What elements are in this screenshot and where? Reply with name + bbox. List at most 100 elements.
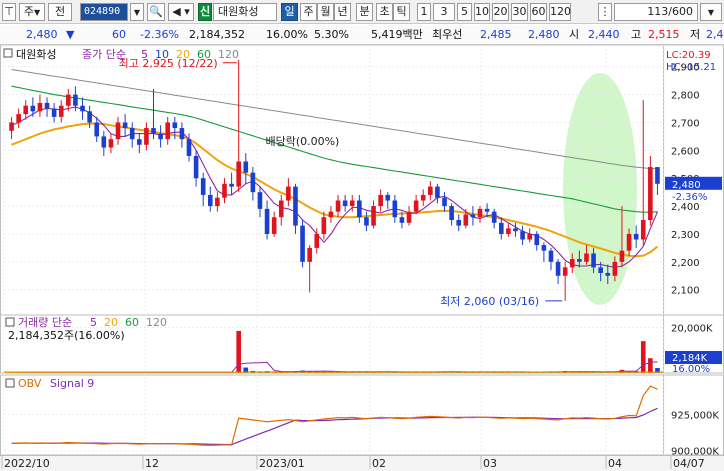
candle-body (506, 228, 511, 234)
volume-current-tag-text: 2,184K (672, 353, 708, 364)
legend-ma-period: 20 (176, 48, 190, 61)
candle-body (314, 233, 320, 248)
period-tab-4[interactable]: 분 (356, 3, 373, 21)
candle-body (257, 192, 263, 209)
interval-button-3[interactable]: 3 (433, 3, 455, 21)
candle-body (122, 122, 128, 129)
speaker-icon[interactable]: ◀ ▾ (168, 3, 194, 21)
prev-label: 전 (54, 5, 66, 18)
x-axis-tick: 04 (608, 457, 622, 470)
chart-area[interactable]: 2,9002,8002,7002,6002,5002,4002,3002,200… (0, 44, 724, 471)
chart-toolbar: ⊤ 주▼ 전 024890 ▼ 🔍 ◀ ▾ 신 대원화성 일주월년분초틱 135… (0, 0, 724, 24)
candle-body (264, 208, 270, 234)
period-tab-2[interactable]: 월 (317, 3, 334, 21)
x-axis-tick: 03 (483, 457, 497, 470)
candle-body (491, 211, 497, 223)
candle-body (44, 102, 50, 109)
candle-body (463, 214, 469, 226)
candle-body (477, 208, 483, 218)
volume-ratio: 16.00% (266, 28, 308, 41)
candle-body (51, 108, 57, 117)
candle-body (633, 233, 639, 240)
candle-body (286, 186, 291, 201)
dividend-annotation: 배당락(0.00%) (265, 135, 339, 148)
candle-body (591, 253, 596, 268)
candle-body (648, 167, 653, 221)
stock-code-input[interactable]: 024890 (80, 3, 128, 21)
interval-button-20[interactable]: 20 (492, 3, 509, 21)
period-tab-1[interactable]: 주 (300, 3, 317, 21)
low-label: 저 (690, 28, 701, 41)
info-badge[interactable]: 신 (198, 3, 212, 21)
candle-body (58, 105, 64, 117)
chevron-down-icon[interactable]: ▼ (130, 3, 144, 21)
interval-button-1[interactable]: 1 (417, 3, 431, 21)
candle-body (598, 267, 603, 273)
candle-body (392, 200, 398, 218)
candle-body (73, 94, 78, 106)
interval-button-30[interactable]: 30 (511, 3, 528, 21)
candle-body (385, 194, 391, 201)
candle-body (640, 220, 646, 240)
volume-legend-period: 120 (146, 316, 167, 329)
quote-bar: 2,480 ▼ 60 -2.36% 2,184,352 16.00% 5.30%… (0, 25, 724, 45)
interval-button-60[interactable]: 60 (530, 3, 547, 21)
candle-body (584, 253, 589, 262)
price-y-tick: 2,100 (671, 286, 700, 297)
period-type-label: 주 (23, 5, 34, 18)
candle-body (541, 245, 547, 251)
candle-body (569, 259, 575, 268)
candle-body (80, 105, 85, 112)
prev-button[interactable]: 전 (48, 3, 72, 21)
candle-body (349, 200, 355, 207)
candle-body (151, 128, 156, 134)
price-change: 60 (112, 28, 126, 41)
legend-ma-period: 5 (141, 48, 148, 61)
candle-body (328, 211, 334, 218)
candle-body (108, 139, 114, 148)
candle-body (428, 186, 433, 195)
candle-body (435, 186, 440, 198)
x-axis-tick: 02 (372, 457, 386, 470)
price-y-tick: 2,300 (671, 230, 700, 241)
search-icon[interactable]: 🔍 (147, 3, 165, 21)
candle-body (271, 217, 277, 234)
chart-settings-icon[interactable]: ⊤ (2, 3, 16, 21)
volume-legend-period: 20 (104, 316, 118, 329)
stock-chart-svg[interactable]: 2,9002,8002,7002,6002,5002,4002,3002,200… (0, 44, 724, 471)
candle-body (115, 122, 121, 140)
candle-body (215, 197, 220, 207)
candle-body (37, 102, 43, 112)
price-y-tick: 2,700 (671, 118, 700, 129)
period-tab-6[interactable]: 틱 (393, 3, 410, 21)
interval-button-10[interactable]: 10 (474, 3, 490, 21)
chevron-down-icon[interactable]: ▼ (700, 3, 722, 21)
candle-body (456, 220, 462, 226)
period-type-dropdown[interactable]: 주▼ (19, 3, 45, 21)
price-tag-text: 2,480 (672, 180, 701, 191)
volume-legend: 거래량 단순 (18, 316, 72, 329)
candle-body (577, 259, 582, 262)
candle-body (484, 208, 490, 212)
count-display[interactable]: 113/600 (614, 3, 698, 21)
candle-body (335, 200, 341, 212)
volume-bar (640, 341, 646, 373)
candle-body (612, 261, 618, 276)
period-tab-0[interactable]: 일 (281, 3, 298, 21)
interval-button-5[interactable]: 5 (457, 3, 472, 21)
price-y-tick: 2,600 (671, 146, 700, 157)
candle-body (449, 206, 454, 221)
high-price: 2,515 (648, 28, 680, 41)
legend-ma-label: 종가 단순 (82, 48, 126, 61)
candle-body (186, 139, 192, 156)
gear-icon[interactable]: ⋮ (598, 3, 612, 21)
low-price: 2,4 (706, 28, 724, 41)
period-tab-3[interactable]: 년 (334, 3, 351, 21)
candle-body (23, 105, 29, 115)
obv-y-tick: 925,000K (671, 410, 719, 421)
price-y-tick: 2,400 (671, 202, 700, 213)
interval-button-120[interactable]: 120 (549, 3, 571, 21)
period-tab-5[interactable]: 초 (376, 3, 393, 21)
candle-body (236, 161, 241, 187)
low-annotation: 최저 2,060 (03/16) (440, 295, 539, 308)
